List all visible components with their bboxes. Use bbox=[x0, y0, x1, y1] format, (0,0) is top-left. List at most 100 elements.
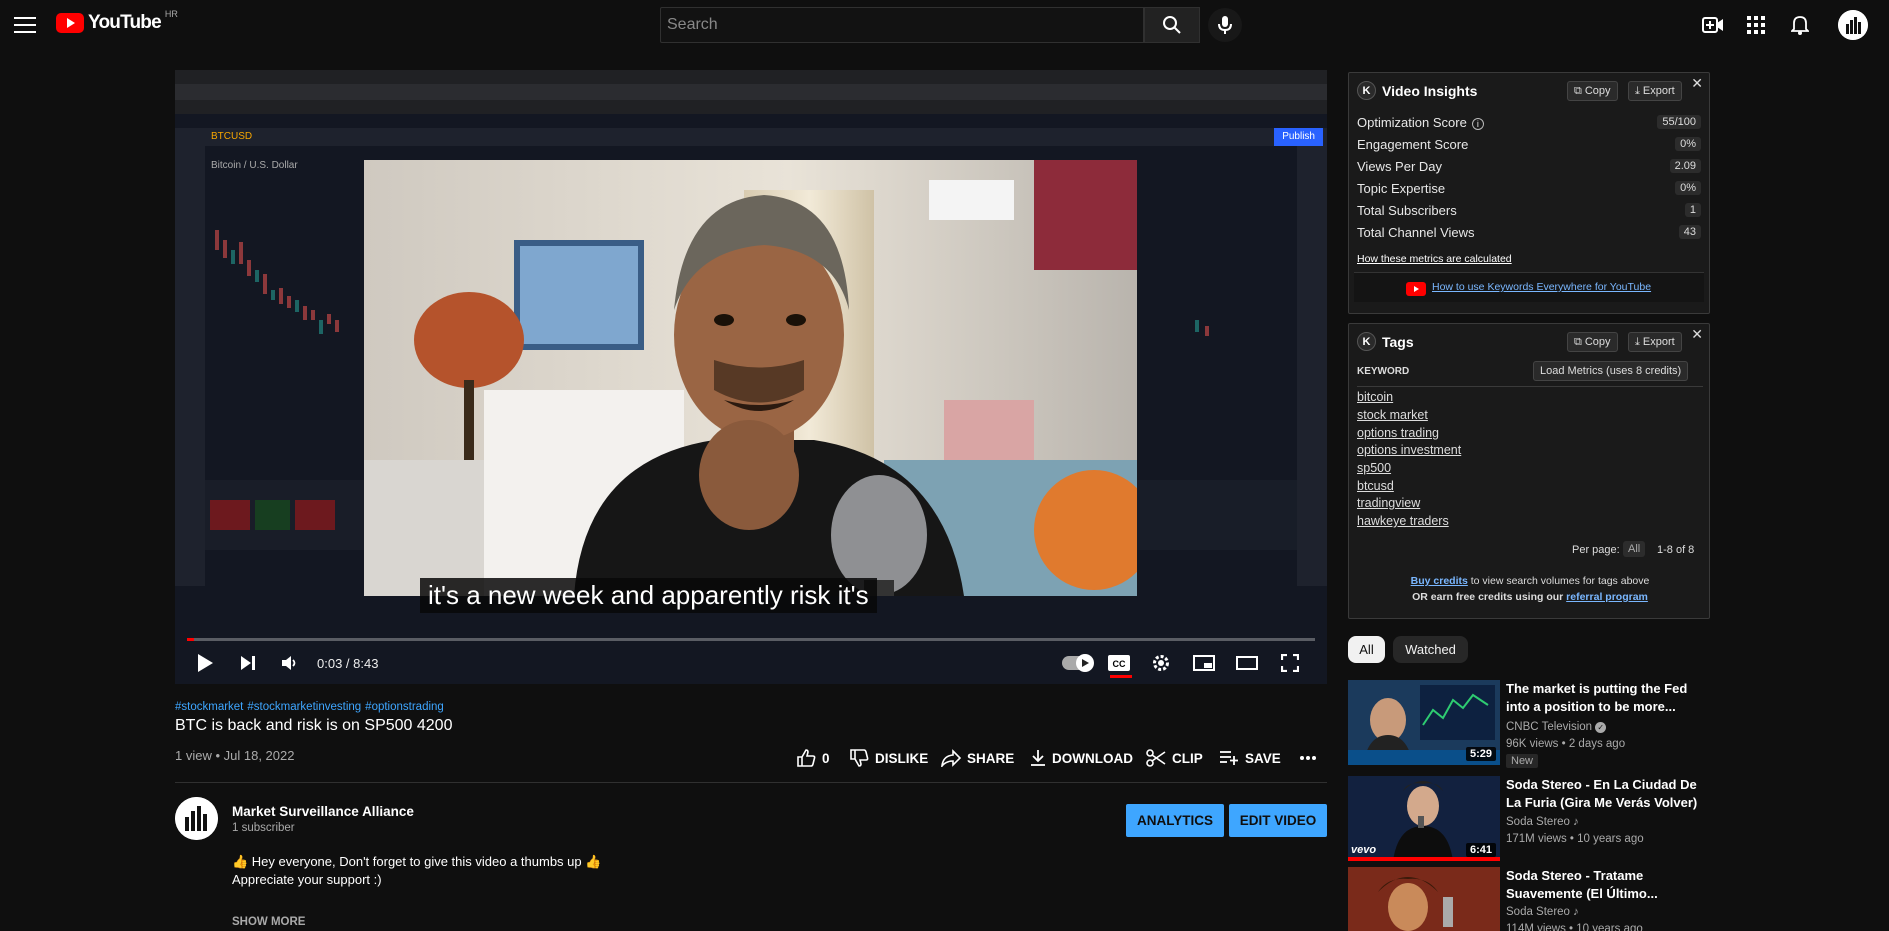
vevo-label: vevo bbox=[1351, 844, 1377, 856]
analytics-button[interactable]: ANALYTICS bbox=[1126, 804, 1224, 837]
recommended-video[interactable]: vevo 6:41 Soda Stereo - En La Ciudad De … bbox=[1348, 776, 1710, 861]
download-button[interactable]: DOWNLOAD bbox=[1030, 746, 1133, 770]
background-browser-tabs bbox=[175, 70, 1327, 84]
chip-watched[interactable]: Watched bbox=[1393, 636, 1468, 663]
hashtag-link[interactable]: #stockmarketinvesting bbox=[247, 701, 361, 713]
hashtag-link[interactable]: #stockmarket bbox=[175, 701, 243, 713]
per-page-select[interactable]: All bbox=[1623, 541, 1646, 557]
load-metrics-button[interactable]: Load Metrics (uses 8 credits) bbox=[1533, 361, 1689, 381]
channel-name-text: Soda Stereo bbox=[1506, 906, 1570, 918]
voice-search-button[interactable] bbox=[1208, 8, 1242, 42]
share-button[interactable]: SHARE bbox=[941, 746, 1014, 770]
video-duration: 6:41 bbox=[1465, 843, 1496, 857]
copy-button[interactable]: ⧉ Copy bbox=[1567, 81, 1618, 101]
hashtag-link[interactable]: #optionstrading bbox=[365, 701, 444, 713]
thumbs-down-icon bbox=[850, 749, 869, 767]
closed-caption-text: it's a new week and apparently risk it's bbox=[420, 578, 877, 613]
keyword-link[interactable]: sp500 bbox=[1357, 461, 1391, 475]
miniplayer-icon bbox=[1193, 655, 1215, 671]
theater-mode-button[interactable] bbox=[1231, 648, 1263, 678]
channel-name: CNBC Television ✓ bbox=[1506, 721, 1607, 733]
notifications-bell-icon[interactable] bbox=[1787, 12, 1813, 38]
subtitles-button[interactable]: CC bbox=[1103, 648, 1135, 678]
recommended-video[interactable]: 5:29 The market is putting the Fed into … bbox=[1348, 680, 1710, 768]
export-button[interactable]: ⤓ Export bbox=[1628, 332, 1682, 352]
masthead: YouTube HR bbox=[0, 0, 1889, 50]
mute-button[interactable] bbox=[274, 648, 306, 678]
create-video-icon[interactable] bbox=[1700, 12, 1726, 38]
search-button[interactable] bbox=[1144, 7, 1200, 43]
metric-label: Optimization Score bbox=[1357, 114, 1467, 130]
logo-text: YouTube bbox=[88, 12, 162, 33]
scissors-icon bbox=[1146, 749, 1166, 767]
keyword-link[interactable]: bitcoin bbox=[1357, 390, 1393, 404]
metric-value: 2.09 bbox=[1669, 159, 1701, 173]
youtube-play-icon bbox=[56, 13, 84, 33]
channel-avatar[interactable] bbox=[175, 797, 218, 840]
metric-row: Total Channel Views 43 bbox=[1357, 223, 1701, 241]
dislike-label: DISLIKE bbox=[875, 750, 929, 766]
channel-name[interactable]: Market Surveillance Alliance bbox=[232, 804, 414, 819]
keyword-link[interactable]: tradingview bbox=[1357, 496, 1420, 510]
miniplayer-button[interactable] bbox=[1188, 648, 1220, 678]
gear-icon bbox=[1153, 655, 1169, 671]
svg-text:CC: CC bbox=[1113, 659, 1126, 669]
apps-grid-icon[interactable] bbox=[1743, 12, 1769, 38]
edit-video-button[interactable]: EDIT VIDEO bbox=[1229, 804, 1327, 837]
video-scene bbox=[364, 160, 1137, 596]
progress-bar[interactable] bbox=[187, 638, 1315, 641]
referral-program-link[interactable]: referral program bbox=[1566, 591, 1648, 603]
metric-value: 0% bbox=[1675, 181, 1701, 195]
buy-credits-link[interactable]: Buy credits bbox=[1411, 575, 1468, 587]
earn-credits-line: OR earn free credits using our referral … bbox=[1349, 591, 1711, 603]
search-input[interactable] bbox=[667, 16, 1143, 34]
info-icon[interactable]: i bbox=[1471, 117, 1484, 130]
autoplay-toggle-knob bbox=[1076, 654, 1094, 672]
metric-label: Engagement Score bbox=[1357, 136, 1469, 152]
hamburger-menu-icon[interactable] bbox=[10, 10, 40, 40]
close-icon[interactable]: ✕ bbox=[1691, 326, 1703, 343]
pagination-range: 1-8 of 8 bbox=[1657, 544, 1695, 556]
clip-button[interactable]: CLIP bbox=[1146, 746, 1203, 770]
keyword-link[interactable]: options investment bbox=[1357, 443, 1461, 457]
divider bbox=[1357, 386, 1703, 387]
autoplay-toggle[interactable] bbox=[1062, 654, 1094, 672]
keywords-everywhere-help-link[interactable]: How to use Keywords Everywhere for YouTu… bbox=[1432, 281, 1651, 293]
play-icon bbox=[198, 654, 213, 672]
download-icon: ⤓ bbox=[1635, 335, 1640, 348]
keyword-link[interactable]: btcusd bbox=[1357, 479, 1394, 493]
video-title: The market is putting the Fed into a pos… bbox=[1506, 681, 1688, 714]
metric-label: Total Subscribers bbox=[1357, 202, 1457, 218]
settings-button[interactable] bbox=[1145, 648, 1177, 678]
chip-all[interactable]: All bbox=[1348, 636, 1385, 663]
copy-label: Copy bbox=[1584, 85, 1611, 97]
metric-label: Topic Expertise bbox=[1357, 180, 1446, 196]
close-icon[interactable]: ✕ bbox=[1691, 75, 1703, 92]
dislike-button[interactable]: DISLIKE bbox=[849, 746, 928, 770]
metric-value: 55/100 bbox=[1657, 115, 1701, 129]
metric-value: 0% bbox=[1675, 137, 1701, 151]
copy-icon: ⧉ bbox=[1574, 335, 1582, 348]
video-insights-panel: K Video Insights ⧉ Copy ⤓ Export ✕ Optimiz… bbox=[1348, 72, 1710, 314]
recommended-video[interactable]: Soda Stereo - Tratame Suavemente (El Últ… bbox=[1348, 867, 1710, 931]
play-button[interactable] bbox=[189, 648, 221, 678]
music-note-icon: ♪ bbox=[1573, 906, 1579, 918]
next-button[interactable] bbox=[232, 648, 264, 678]
video-thumbnail: vevo 6:41 bbox=[1348, 776, 1500, 861]
like-button[interactable]: 0 bbox=[796, 746, 830, 770]
more-actions-button[interactable] bbox=[1299, 746, 1317, 770]
how-metrics-calculated-link[interactable]: How these metrics are calculated bbox=[1357, 253, 1512, 265]
fullscreen-button[interactable] bbox=[1274, 648, 1306, 678]
export-button[interactable]: ⤓ Export bbox=[1628, 81, 1682, 101]
keyword-link[interactable]: options trading bbox=[1357, 426, 1439, 440]
copy-button[interactable]: ⧉ Copy bbox=[1567, 332, 1618, 352]
video-player[interactable]: BTCUSD Publish Bitcoin / U.S. Dollar it'… bbox=[175, 70, 1327, 684]
description-line: Appreciate your support :) bbox=[232, 872, 382, 887]
keyword-link[interactable]: hawkeye traders bbox=[1357, 514, 1449, 528]
keyword-link[interactable]: stock market bbox=[1357, 408, 1428, 422]
account-avatar[interactable] bbox=[1838, 10, 1868, 40]
save-button[interactable]: SAVE bbox=[1219, 746, 1281, 770]
download-icon bbox=[1031, 750, 1045, 766]
show-more-button[interactable]: SHOW MORE bbox=[232, 916, 305, 928]
youtube-logo[interactable]: YouTube HR bbox=[56, 9, 178, 34]
